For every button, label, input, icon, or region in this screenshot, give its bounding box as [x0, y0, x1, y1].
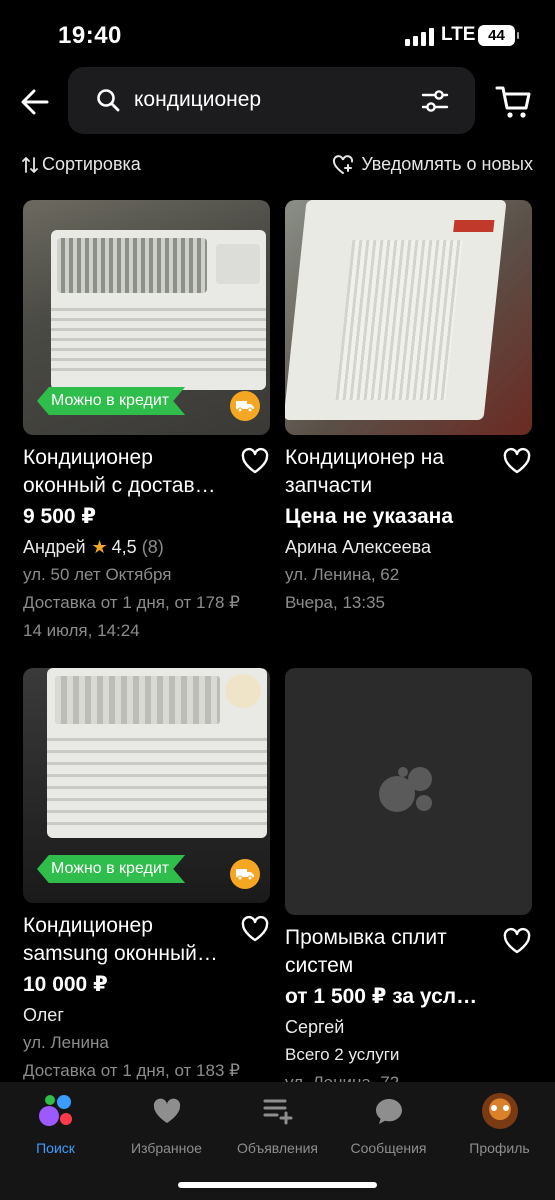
listing-title[interactable]: Кондиционер на запчасти	[285, 444, 490, 500]
listing-card[interactable]: Кондиционер на запчасти Цена не указана …	[285, 200, 532, 617]
placeholder-image-icon	[379, 767, 432, 812]
title-line: оконный с достав…	[23, 474, 216, 497]
nav-label: Избранное	[131, 1140, 202, 1156]
title-line: систем	[285, 954, 354, 977]
listing-address: ул. Ленина	[23, 1033, 109, 1052]
nav-label: Поиск	[36, 1140, 75, 1156]
nav-label: Объявления	[237, 1140, 318, 1156]
listing-photo[interactable]: Можно в кредит	[23, 200, 270, 435]
seller-info: Сергей	[285, 1013, 532, 1041]
nav-ads[interactable]: Объявления	[222, 1090, 333, 1156]
listing-delivery: Доставка от 1 дня, от 183 ₽	[23, 1061, 240, 1080]
heart-bell-icon	[333, 154, 354, 174]
heart-icon	[153, 1098, 180, 1123]
review-count: (8)	[141, 537, 164, 557]
status-time: 19:40	[58, 22, 122, 49]
listing-card[interactable]: Можно в кредит Кондиционер оконный с дос…	[23, 200, 270, 645]
listing-address: ул. 50 лет Октября	[23, 565, 172, 584]
favorite-heart-icon[interactable]	[240, 446, 270, 476]
nav-messages[interactable]: Сообщения	[333, 1090, 444, 1156]
seller-name: Андрей	[23, 537, 86, 557]
status-bar: 19:40 LTE 44	[0, 0, 555, 66]
notify-button[interactable]: Уведомлять о новых	[332, 154, 533, 175]
seller-info: Андрей ★ 4,5 (8)	[23, 533, 270, 561]
title-line: Кондиционер	[23, 446, 153, 469]
title-line: samsung оконный…	[23, 942, 218, 965]
search-icon	[97, 89, 120, 112]
listing-title[interactable]: Промывка сплит систем	[285, 924, 490, 980]
network-type: LTE	[441, 24, 476, 45]
listing-title[interactable]: Кондиционер оконный с достав…	[23, 444, 228, 500]
listing-photo[interactable]	[285, 668, 532, 915]
listing-address: ул. Ленина, 62	[285, 565, 400, 584]
listing-price: Цена не указана	[285, 505, 453, 528]
search-dots-icon	[38, 1095, 72, 1126]
listing-date: Вчера, 13:35	[285, 593, 385, 612]
listing-card[interactable]: Можно в кредит Кондиционер samsung оконн…	[23, 668, 270, 1085]
cart-icon[interactable]	[494, 82, 534, 122]
back-arrow-icon	[21, 89, 49, 115]
seller-name: Сергей	[285, 1017, 345, 1037]
sort-arrows-icon	[22, 156, 38, 173]
signal-icon	[405, 28, 435, 46]
seller-name: Олег	[23, 1005, 64, 1025]
credit-badge: Можно в кредит	[37, 855, 186, 883]
sort-button[interactable]: Сортировка	[22, 154, 141, 175]
favorite-heart-icon[interactable]	[502, 926, 532, 956]
delivery-truck-icon	[230, 859, 260, 889]
favorite-heart-icon[interactable]	[240, 914, 270, 944]
service-count: Всего 2 услуги	[285, 1045, 400, 1064]
ads-list-icon	[263, 1099, 292, 1125]
listing-title[interactable]: Кондиционер samsung оконный…	[23, 912, 228, 968]
listing-photo[interactable]	[285, 200, 532, 435]
favorite-heart-icon[interactable]	[502, 446, 532, 476]
delivery-truck-icon	[230, 391, 260, 421]
listing-delivery: Доставка от 1 дня, от 178 ₽	[23, 593, 240, 612]
seller-rating: 4,5	[111, 537, 137, 557]
seller-info: Арина Алексеева	[285, 533, 532, 561]
listing-price: 9 500 ₽	[23, 505, 96, 528]
star-icon: ★	[91, 537, 108, 557]
nav-favorites[interactable]: Избранное	[111, 1090, 222, 1156]
listing-price: от 1 500 ₽ за усл…	[285, 985, 478, 1008]
title-line: Кондиционер на	[285, 446, 444, 469]
nav-profile[interactable]: Профиль	[444, 1090, 555, 1156]
search-query: кондиционер	[134, 88, 262, 111]
notify-label: Уведомлять о новых	[361, 154, 533, 174]
title-line: Промывка сплит	[285, 926, 447, 949]
battery-icon: 44	[478, 25, 519, 46]
listing-card[interactable]: Промывка сплит систем от 1 500 ₽ за усл……	[285, 668, 532, 1097]
back-button[interactable]	[18, 85, 52, 119]
seller-name: Арина Алексеева	[285, 537, 432, 557]
title-line: Кондиционер	[23, 914, 153, 937]
search-input[interactable]: кондиционер	[68, 67, 475, 134]
home-indicator	[178, 1182, 377, 1188]
filter-icon[interactable]	[421, 88, 449, 114]
nav-label: Профиль	[469, 1140, 530, 1156]
credit-badge: Можно в кредит	[37, 387, 186, 415]
title-line: запчасти	[285, 474, 373, 497]
nav-search[interactable]: Поиск	[0, 1090, 111, 1156]
nav-label: Сообщения	[350, 1140, 427, 1156]
seller-info: Олег	[23, 1001, 270, 1029]
listing-date: 14 июля, 14:24	[23, 621, 140, 640]
sort-label: Сортировка	[42, 154, 141, 174]
listing-photo[interactable]: Можно в кредит	[23, 668, 270, 903]
avatar	[481, 1093, 518, 1129]
chat-icon	[375, 1099, 402, 1124]
listing-price: 10 000 ₽	[23, 973, 108, 996]
